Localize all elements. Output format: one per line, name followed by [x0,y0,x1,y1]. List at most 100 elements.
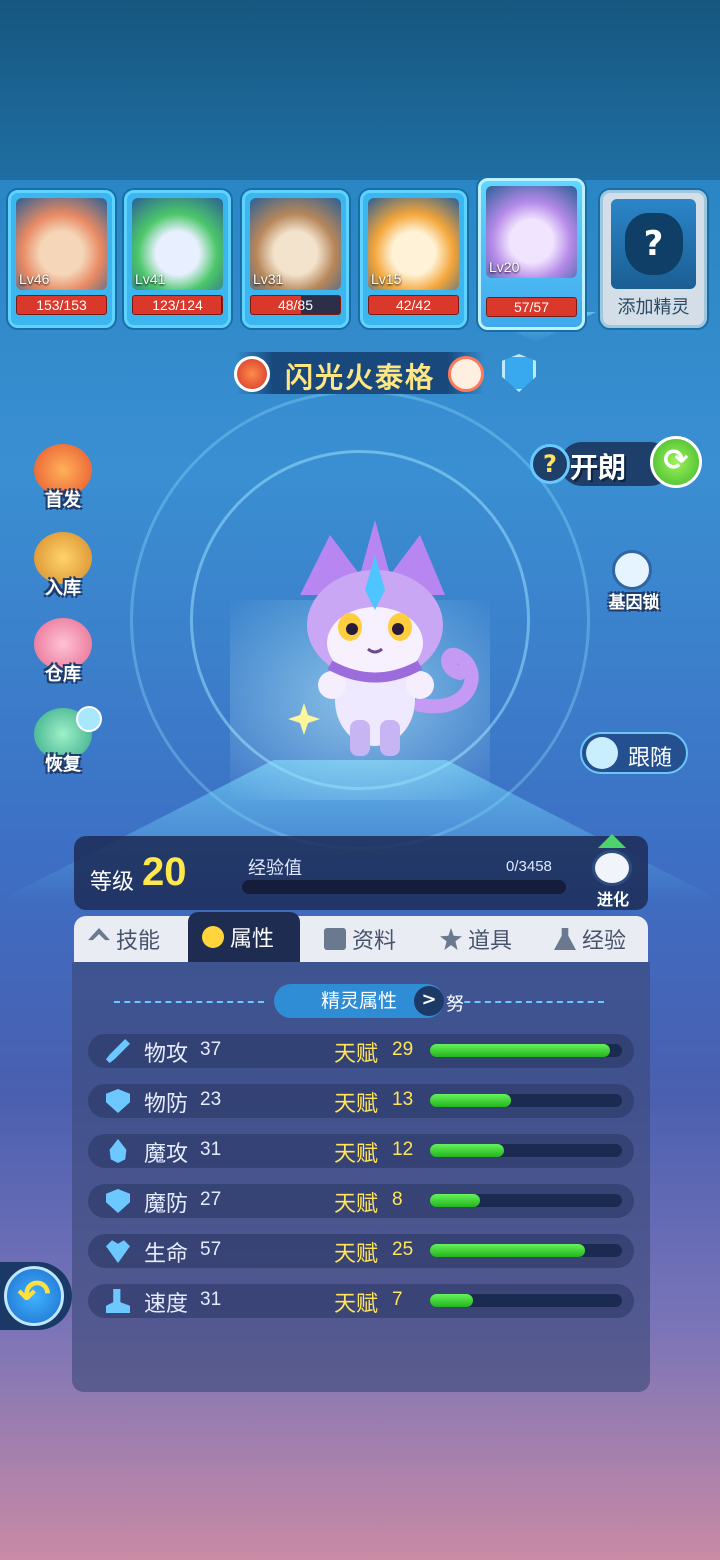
fire-icon[interactable] [234,356,270,392]
attribute-header-title: 精灵属性 [320,990,397,1012]
exp-value: 0/3458 [506,858,552,875]
refresh-icon[interactable]: ⟳ [650,436,702,488]
attribute-row: 生命 57 天赋 25 [88,1234,634,1268]
store-label: 入库 [45,578,81,599]
pet-name: 闪光火泰格 [284,361,435,394]
talent-bar-fill [430,1244,585,1257]
shield-badge-icon[interactable] [502,354,536,392]
follow-label: 跟随 [628,746,673,771]
talent-bar-fill [430,1294,474,1307]
attribute-name: 魔攻 [144,1142,189,1167]
tab-attributes[interactable]: 属性 [188,912,300,962]
recover-indicator-dot [76,706,102,732]
team-slot[interactable]: Lv15 42/42 [360,190,467,328]
pet-hp-text: 123/124 [152,297,203,313]
talent-value: 13 [392,1089,414,1110]
warehouse-label: 仓库 [45,664,81,685]
recover-label: 恢复 [45,754,81,775]
store-button[interactable]: 入库 [28,532,102,606]
attribute-row: 速度 31 天赋 7 [88,1284,634,1318]
first-slot-button[interactable]: 首发 [28,444,102,518]
heart-icon [106,1240,130,1263]
pet-hp-bar: 48/85 [250,295,341,315]
attribute-value: 23 [200,1089,222,1110]
attribute-value: 31 [200,1139,222,1160]
shield-icon [106,1089,130,1113]
talent-bar [430,1194,622,1207]
talent-label: 天赋 [334,1292,379,1317]
gene-lock-icon [612,550,652,590]
bear-badge-icon[interactable] [448,356,484,392]
open-button-label: 开朗 [570,451,627,484]
back-button[interactable]: ↶ [0,1262,72,1330]
pet-name-bar: 闪光火泰格 [236,352,484,394]
talent-bar [430,1294,622,1307]
help-icon[interactable]: ? [530,444,570,484]
pet-hp-bar: 57/57 [486,297,577,317]
pet-hp-empty [221,296,222,314]
tab-skills[interactable]: 技能 [74,916,188,962]
team-slot[interactable]: Lv41 123/124 [124,190,231,328]
boot-icon [106,1289,130,1313]
tab-info[interactable]: 资料 [310,916,422,962]
first-slot-label: 首发 [45,490,81,511]
talent-bar-fill [430,1044,610,1057]
attribute-name: 物防 [144,1092,189,1117]
pet-level: Lv41 [135,271,166,287]
attribute-row: 物攻 37 天赋 29 [88,1034,634,1068]
evolve-arrow-icon [598,834,626,848]
team-slot[interactable]: Lv31 48/85 [242,190,349,328]
attribute-row: 魔防 27 天赋 8 [88,1184,634,1218]
talent-value: 12 [392,1139,414,1160]
attribute-panel: 精灵属性 > 努 物攻 37 天赋 29 物防 23 天赋 13 魔攻 31 天赋 12 魔防 27 天赋 8… [72,962,650,1392]
talent-value: 8 [392,1189,403,1210]
attribute-row: 物防 23 天赋 13 [88,1084,634,1118]
talent-label: 天赋 [334,1242,379,1267]
attribute-name: 生命 [144,1242,189,1267]
talent-value: 7 [392,1289,403,1310]
pet-hp-text: 57/57 [513,299,550,315]
level-panel: 等级 20 经验值 0/3458 进化 [74,834,648,910]
add-pet-slot[interactable]: ? 添加精灵 [600,190,707,328]
talent-value: 29 [392,1039,414,1060]
nature-expand-icon[interactable]: > [414,986,444,1016]
skills-icon [88,928,110,941]
gene-lock-button[interactable]: 基因锁 [596,546,672,616]
talent-bar [430,1094,622,1107]
attribute-header: 精灵属性 > 努 [114,984,604,1020]
talent-bar-fill [430,1094,511,1107]
team-slot[interactable]: Lv46 153/153 [8,190,115,328]
pet-mascot-image[interactable] [270,515,490,765]
talent-label: 天赋 [334,1192,379,1217]
team-slot[interactable]: Lv20 57/57 [478,178,585,330]
team-strip: Lv46 153/153 Lv41 123/124 Lv31 48/85 Lv15 42/42… [0,178,720,342]
open-personality-button[interactable]: ? 开朗 ⟳ [530,436,702,492]
header-divider-right [454,1001,604,1003]
pet-level: Lv31 [253,271,284,287]
warehouse-button[interactable]: 仓库 [28,618,102,692]
follow-toggle-knob [586,737,618,769]
attribute-value: 37 [200,1039,222,1060]
follow-toggle[interactable]: 跟随 [580,732,688,774]
tab-info-label: 资料 [352,929,397,954]
talent-bar [430,1044,622,1057]
header-divider-left [114,1001,264,1003]
pet-hp-text: 153/153 [36,297,87,313]
attribute-name: 物攻 [144,1042,189,1067]
evolve-label: 进化 [596,890,629,909]
evolve-button[interactable]: 进化 [582,834,644,909]
pet-hp-text: 48/85 [277,297,314,313]
tab-skills-label: 技能 [116,929,161,954]
nature-value: 努 [446,994,464,1015]
tab-experience[interactable]: 经验 [540,916,648,962]
pet-hp-bar: 42/42 [368,295,459,315]
sword-icon [106,1039,130,1063]
detail-tabs: 技能 属性 资料 道具 经验 [74,912,648,962]
pet-hp-bar: 153/153 [16,295,107,315]
tab-items[interactable]: 道具 [426,916,538,962]
talent-label: 天赋 [334,1092,379,1117]
gene-lock-label: 基因锁 [608,593,660,613]
exp-label: 经验值 [248,858,302,879]
talent-bar-fill [430,1144,505,1157]
talent-bar [430,1144,622,1157]
